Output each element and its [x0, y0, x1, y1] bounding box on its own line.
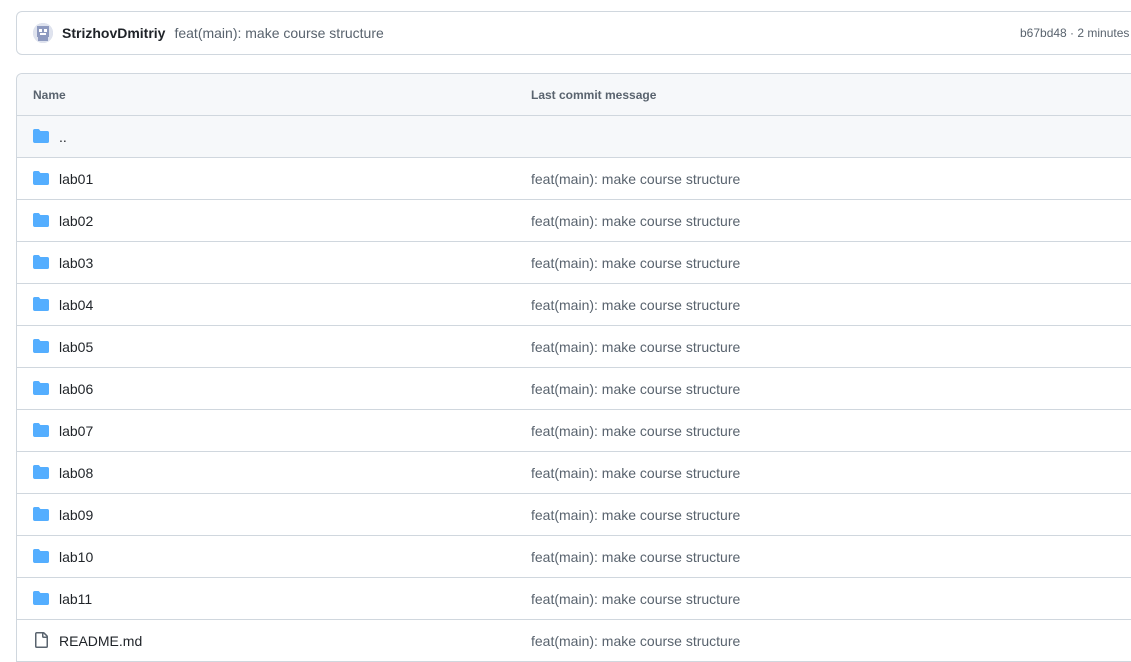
table-row[interactable]: lab06 feat(main): make course structure: [17, 368, 1131, 410]
folder-name-link[interactable]: lab09: [59, 507, 93, 523]
column-header-name: Name: [33, 87, 66, 102]
file-name-link[interactable]: README.md: [59, 633, 142, 649]
folder-name-link[interactable]: lab03: [59, 255, 93, 271]
latest-commit-bar: StrizhovDmitriy feat(main): make course …: [16, 11, 1131, 55]
folder-icon: [33, 213, 49, 227]
parent-directory-link[interactable]: ..: [59, 129, 67, 145]
commit-message-link[interactable]: feat(main): make course structure: [531, 339, 740, 355]
folder-icon: [33, 465, 49, 479]
folder-icon: [33, 129, 49, 143]
folder-icon: [33, 339, 49, 353]
folder-icon: [33, 591, 49, 605]
table-row[interactable]: lab02 feat(main): make course structure: [17, 200, 1131, 242]
commit-message-link[interactable]: feat(main): make course structure: [531, 591, 740, 607]
commit-message-link[interactable]: feat(main): make course structure: [531, 255, 740, 271]
table-row[interactable]: lab08 feat(main): make course structure: [17, 452, 1131, 494]
table-row[interactable]: lab10 feat(main): make course structure: [17, 536, 1131, 578]
folder-name-link[interactable]: lab06: [59, 381, 93, 397]
table-row[interactable]: lab04 feat(main): make course structure: [17, 284, 1131, 326]
table-row[interactable]: README.md feat(main): make course structu…: [17, 620, 1131, 662]
folder-icon: [33, 423, 49, 437]
folder-icon: [33, 297, 49, 311]
commit-author-link[interactable]: StrizhovDmitriy: [62, 25, 165, 41]
table-row[interactable]: lab05 feat(main): make course structure: [17, 326, 1131, 368]
folder-name-link[interactable]: lab08: [59, 465, 93, 481]
folder-name-link[interactable]: lab11: [59, 591, 92, 607]
folder-icon: [33, 255, 49, 269]
folder-name-link[interactable]: lab01: [59, 171, 93, 187]
commit-message-link[interactable]: feat(main): make course structure: [531, 297, 740, 313]
commit-time: 2 minutes ago: [1077, 26, 1131, 40]
commit-message-link[interactable]: feat(main): make course structure: [531, 171, 740, 187]
table-row[interactable]: lab07 feat(main): make course structure: [17, 410, 1131, 452]
folder-icon: [33, 549, 49, 563]
file-icon: [35, 632, 48, 648]
folder-icon: [33, 171, 49, 185]
table-row[interactable]: lab01 feat(main): make course structure: [17, 158, 1131, 200]
table-header: Name Last commit message: [17, 74, 1131, 116]
table-row[interactable]: lab11 feat(main): make course structure: [17, 578, 1131, 620]
folder-icon: [33, 507, 49, 521]
commit-message-link[interactable]: feat(main): make course structure: [531, 465, 740, 481]
commit-message-link[interactable]: feat(main): make course structure: [531, 507, 740, 523]
commit-message-link[interactable]: feat(main): make course structure: [531, 423, 740, 439]
folder-icon: [33, 381, 49, 395]
folder-name-link[interactable]: lab10: [59, 549, 93, 565]
commit-message-link[interactable]: feat(main): make course structure: [531, 381, 740, 397]
folder-name-link[interactable]: lab07: [59, 423, 93, 439]
commit-message-link[interactable]: feat(main): make course structure: [531, 549, 740, 565]
file-table: Name Last commit message .. lab01 feat(ma…: [16, 73, 1131, 662]
commit-meta: b67bd48 · 2 minutes ago: [1020, 26, 1131, 40]
table-row[interactable]: lab03 feat(main): make course structure: [17, 242, 1131, 284]
folder-name-link[interactable]: lab05: [59, 339, 93, 355]
table-row[interactable]: lab09 feat(main): make course structure: [17, 494, 1131, 536]
commit-sha-link[interactable]: b67bd48: [1020, 26, 1067, 40]
file-rows: lab01 feat(main): make course structure la…: [17, 158, 1131, 662]
avatar[interactable]: [33, 23, 53, 43]
folder-name-link[interactable]: lab02: [59, 213, 93, 229]
commit-meta-separator: ·: [1066, 26, 1078, 40]
commit-message-link[interactable]: feat(main): make course structure: [531, 633, 740, 649]
avatar-image-icon: [33, 23, 53, 43]
column-header-last-commit-message: Last commit message: [531, 87, 657, 102]
commit-message-link[interactable]: feat(main): make course structure: [531, 213, 740, 229]
commit-message-link[interactable]: feat(main): make course structure: [174, 25, 383, 41]
parent-directory-row[interactable]: ..: [17, 116, 1131, 158]
folder-name-link[interactable]: lab04: [59, 297, 93, 313]
